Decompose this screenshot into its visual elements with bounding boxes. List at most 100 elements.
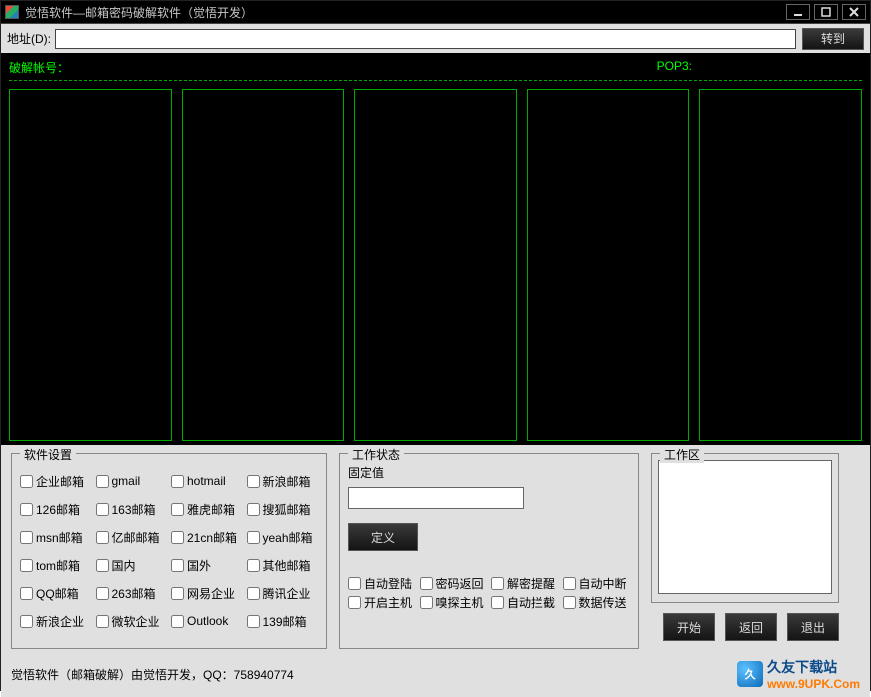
provider-21[interactable]: 微软企业 — [96, 608, 168, 634]
result-pane-5[interactable] — [699, 89, 862, 441]
provider-checkbox-8[interactable] — [20, 531, 33, 544]
work-legend: 工作区 — [660, 446, 704, 463]
provider-label-3: 新浪邮箱 — [263, 473, 311, 490]
provider-checkbox-20[interactable] — [20, 615, 33, 628]
provider-6[interactable]: 雅虎邮箱 — [171, 496, 243, 522]
provider-23[interactable]: 139邮箱 — [247, 608, 319, 634]
app-window: 觉悟软件—邮箱密码破解软件（觉悟开发） 地址(D): 转到 破解帐号： POP3… — [0, 0, 871, 691]
provider-checkbox-18[interactable] — [171, 587, 184, 600]
provider-checkbox-1[interactable] — [96, 475, 109, 488]
status-label-4: 开启主机 — [364, 594, 412, 611]
lower-panel: 软件设置 企业邮箱gmailhotmail新浪邮箱126邮箱163邮箱雅虎邮箱搜… — [1, 445, 870, 653]
status-option-5[interactable]: 嗅探主机 — [420, 594, 488, 611]
provider-1[interactable]: gmail — [96, 468, 168, 494]
provider-9[interactable]: 亿邮邮箱 — [96, 524, 168, 550]
providers-grid: 企业邮箱gmailhotmail 新浪邮箱 126邮箱 163邮箱雅虎邮箱搜狐邮箱 ms… — [20, 464, 318, 634]
provider-checkbox-13[interactable] — [96, 559, 109, 572]
provider-20[interactable]: 新浪企业 — [20, 608, 92, 634]
status-checkbox-6[interactable] — [491, 596, 504, 609]
provider-11[interactable]: yeah邮箱 — [247, 524, 319, 550]
watermark-url: www.9UPK.Com — [767, 677, 860, 691]
provider-checkbox-5[interactable] — [96, 503, 109, 516]
provider-checkbox-4[interactable] — [20, 503, 33, 516]
close-button[interactable] — [842, 4, 866, 20]
provider-15[interactable]: 其他邮箱 — [247, 552, 319, 578]
provider-22[interactable]: Outlook — [171, 608, 243, 634]
provider-label-5: 163邮箱 — [112, 501, 156, 518]
provider-13[interactable]: 国内 — [96, 552, 168, 578]
provider-18[interactable]: 网易企业 — [171, 580, 243, 606]
provider-label-8: msn邮箱 — [36, 529, 83, 546]
status-label-1: 密码返回 — [436, 575, 484, 592]
status-checkbox-1[interactable] — [420, 577, 433, 590]
status-option-4[interactable]: 开启主机 — [348, 594, 416, 611]
status-checkbox-0[interactable] — [348, 577, 361, 590]
status-checkbox-4[interactable] — [348, 596, 361, 609]
provider-checkbox-22[interactable] — [171, 615, 184, 628]
provider-14[interactable]: 国外 — [171, 552, 243, 578]
provider-checkbox-12[interactable] — [20, 559, 33, 572]
maximize-button[interactable] — [814, 4, 838, 20]
provider-17[interactable]: 263邮箱 — [96, 580, 168, 606]
minimize-button[interactable] — [786, 4, 810, 20]
provider-checkbox-17[interactable] — [96, 587, 109, 600]
status-option-2[interactable]: 解密提醒 — [491, 575, 559, 592]
provider-checkbox-3[interactable] — [247, 475, 260, 488]
provider-checkbox-9[interactable] — [96, 531, 109, 544]
provider-checkbox-14[interactable] — [171, 559, 184, 572]
provider-checkbox-10[interactable] — [171, 531, 184, 544]
provider-checkbox-23[interactable] — [247, 615, 260, 628]
provider-2[interactable]: hotmail — [171, 468, 243, 494]
result-pane-2[interactable] — [182, 89, 345, 441]
provider-12[interactable]: tom邮箱 — [20, 552, 92, 578]
provider-label-23: 139邮箱 — [263, 613, 307, 630]
start-button[interactable]: 开始 — [663, 613, 715, 641]
provider-checkbox-2[interactable] — [171, 475, 184, 488]
provider-10[interactable]: 21cn邮箱 — [171, 524, 243, 550]
define-button[interactable]: 定义 — [348, 523, 418, 551]
status-checkbox-7[interactable] — [563, 596, 576, 609]
status-option-1[interactable]: 密码返回 — [420, 575, 488, 592]
status-option-0[interactable]: 自动登陆 — [348, 575, 416, 592]
provider-19[interactable]: 腾讯企业 — [247, 580, 319, 606]
provider-checkbox-16[interactable] — [20, 587, 33, 600]
work-area[interactable] — [658, 460, 832, 594]
status-label-0: 自动登陆 — [364, 575, 412, 592]
result-pane-4[interactable] — [527, 89, 690, 441]
watermark-icon: 久 — [737, 661, 763, 687]
settings-group: 软件设置 企业邮箱gmailhotmail新浪邮箱126邮箱163邮箱雅虎邮箱搜… — [11, 453, 327, 649]
status-checkbox-5[interactable] — [420, 596, 433, 609]
provider-8[interactable]: msn邮箱 — [20, 524, 92, 550]
provider-16[interactable]: QQ邮箱 — [20, 580, 92, 606]
provider-3[interactable]: 新浪邮箱 — [247, 468, 319, 494]
go-button[interactable]: 转到 — [802, 28, 864, 50]
fixed-value-input[interactable] — [348, 487, 524, 509]
provider-checkbox-6[interactable] — [171, 503, 184, 516]
result-pane-3[interactable] — [354, 89, 517, 441]
provider-label-4: 126邮箱 — [36, 501, 80, 518]
provider-label-22: Outlook — [187, 614, 228, 628]
provider-checkbox-0[interactable] — [20, 475, 33, 488]
status-legend: 工作状态 — [348, 446, 404, 463]
provider-checkbox-21[interactable] — [96, 615, 109, 628]
provider-checkbox-7[interactable] — [247, 503, 260, 516]
provider-checkbox-11[interactable] — [247, 531, 260, 544]
back-button[interactable]: 返回 — [725, 613, 777, 641]
provider-checkbox-15[interactable] — [247, 559, 260, 572]
status-checkbox-3[interactable] — [563, 577, 576, 590]
exit-button[interactable]: 退出 — [787, 613, 839, 641]
status-label-6: 自动拦截 — [507, 594, 555, 611]
crack-account-label: 破解帐号： — [9, 59, 69, 76]
provider-4[interactable]: 126邮箱 — [20, 496, 92, 522]
status-option-3[interactable]: 自动中断 — [563, 575, 631, 592]
provider-7[interactable]: 搜狐邮箱 — [247, 496, 319, 522]
result-pane-1[interactable] — [9, 89, 172, 441]
provider-checkbox-19[interactable] — [247, 587, 260, 600]
status-option-7[interactable]: 数据传送 — [563, 594, 631, 611]
provider-0[interactable]: 企业邮箱 — [20, 468, 92, 494]
address-input[interactable] — [55, 29, 796, 49]
status-group: 工作状态 固定值 定义 自动登陆密码返回解密提醒自动中断开启主机嗅探主机自动拦截… — [339, 453, 639, 649]
provider-5[interactable]: 163邮箱 — [96, 496, 168, 522]
status-checkbox-2[interactable] — [491, 577, 504, 590]
status-option-6[interactable]: 自动拦截 — [491, 594, 559, 611]
